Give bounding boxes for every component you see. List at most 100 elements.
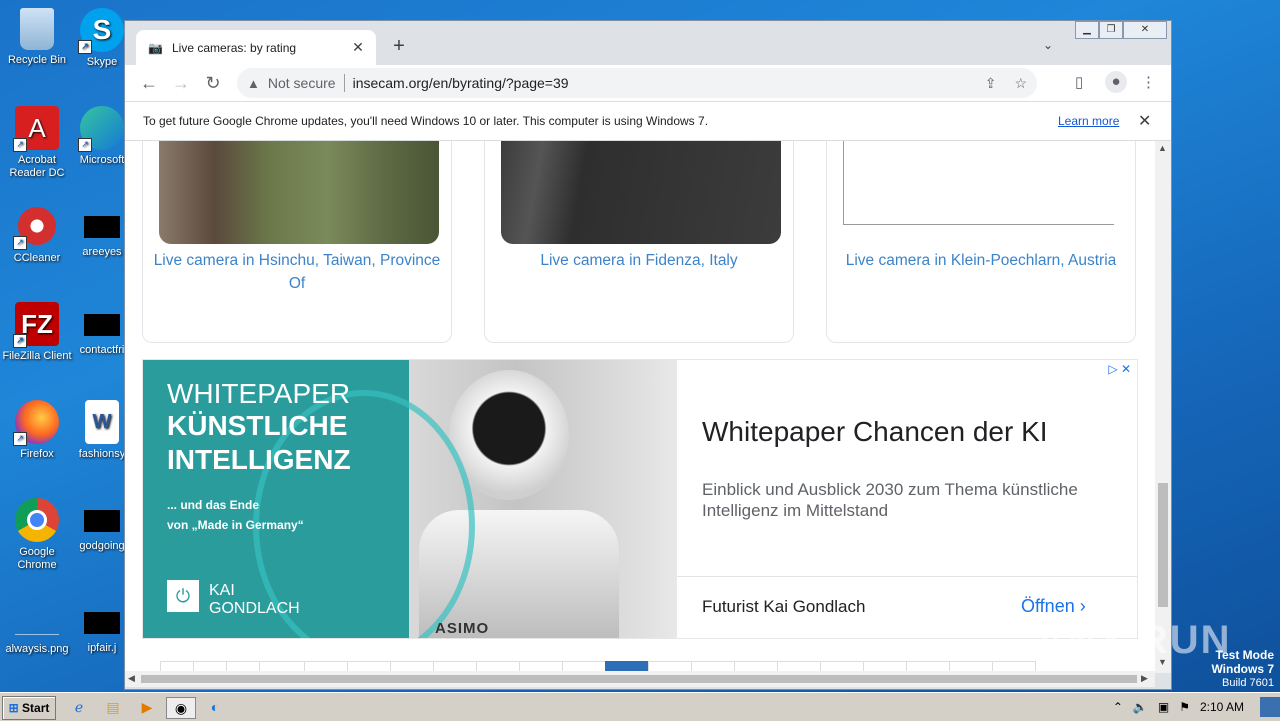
page-link[interactable] xyxy=(734,661,778,671)
adchoices-icon[interactable]: ▷ ✕ xyxy=(1108,362,1131,376)
page-link[interactable] xyxy=(863,661,907,671)
learn-more-link[interactable]: Learn more xyxy=(1058,114,1119,128)
page-link[interactable] xyxy=(519,661,563,671)
scroll-left-arrow-icon[interactable]: ◀ xyxy=(128,673,135,684)
desktop-icon-chrome[interactable]: Google Chrome xyxy=(2,498,72,572)
page-link[interactable] xyxy=(160,661,194,671)
camera-thumbnail[interactable] xyxy=(159,141,439,244)
camera-caption-link[interactable]: Live camera in Fidenza, Italy xyxy=(495,249,783,272)
page-link[interactable] xyxy=(777,661,821,671)
ad-image-title-line2: KÜNSTLICHE xyxy=(167,410,348,441)
volume-icon[interactable]: 🔈 xyxy=(1133,700,1148,714)
desktop-icon-acrobat[interactable]: A ↗ Acrobat Reader DC xyxy=(2,106,72,180)
minimize-button[interactable]: ▁ xyxy=(1075,21,1099,39)
page-link[interactable] xyxy=(906,661,950,671)
page-link[interactable] xyxy=(433,661,477,671)
internet-explorer-icon[interactable]: ℯ xyxy=(68,697,90,717)
menu-kebab-icon[interactable]: ⋮ xyxy=(1141,73,1156,91)
action-center-flag-icon[interactable]: ⚑ xyxy=(1179,700,1190,714)
page-link[interactable] xyxy=(691,661,735,671)
camera-card[interactable]: Live camera in Fidenza, Italy xyxy=(484,141,794,343)
bookmark-star-icon[interactable]: ☆ xyxy=(1014,75,1027,92)
network-icon[interactable]: ▣ xyxy=(1158,700,1169,714)
ad-heading[interactable]: Whitepaper Chancen der KI xyxy=(702,416,1048,448)
restore-button[interactable]: ❐ xyxy=(1099,21,1123,39)
ad-advertiser[interactable]: Futurist Kai Gondlach xyxy=(702,597,865,617)
media-player-icon[interactable]: ▶ xyxy=(136,697,158,717)
image-file-icon xyxy=(15,612,59,635)
camera-favicon-icon: 📷 xyxy=(148,40,163,55)
page-link[interactable] xyxy=(347,661,391,671)
back-arrow-icon[interactable]: ← xyxy=(139,73,159,93)
tab-live-cameras[interactable]: 📷 Live cameras: by rating ✕ xyxy=(136,30,376,65)
camera-card[interactable]: Live camera in Klein-Poechlarn, Austria xyxy=(826,141,1136,343)
camera-caption-link[interactable]: Live camera in Klein-Poechlarn, Austria xyxy=(837,249,1125,272)
infobar-close-icon[interactable]: ✕ xyxy=(1138,111,1151,131)
advertisement[interactable]: WHITEPAPER KÜNSTLICHE INTELLIGENZ ... un… xyxy=(142,359,1138,639)
file-explorer-icon[interactable]: ▤ xyxy=(102,697,124,717)
desktop-icon-filezilla[interactable]: FZ ↗ FileZilla Client xyxy=(2,302,72,363)
tray-expand-icon[interactable]: ⌃ xyxy=(1113,700,1123,714)
scroll-right-arrow-icon[interactable]: ▶ xyxy=(1141,673,1148,684)
toolbar: ← → ↻ ▲ Not secure insecam.org/en/byrati… xyxy=(125,65,1171,101)
page-link[interactable] xyxy=(476,661,520,671)
vertical-scroll-thumb[interactable] xyxy=(1158,483,1168,607)
camera-thumbnail[interactable] xyxy=(843,141,1114,225)
camera-thumbnail[interactable] xyxy=(501,141,781,244)
chrome-taskbar-icon[interactable]: ◉ xyxy=(166,697,196,719)
desktop-icon-firefox[interactable]: ↗ Firefox xyxy=(2,400,72,461)
url-text[interactable]: insecam.org/en/byrating/?page=39 xyxy=(353,75,569,91)
side-panel-icon[interactable]: ▯ xyxy=(1075,73,1083,91)
horizontal-scrollbar[interactable]: ◀ ▶ xyxy=(125,671,1155,687)
vertical-scrollbar[interactable]: ▲ ▼ xyxy=(1155,141,1171,673)
clock[interactable]: 2:10 AM xyxy=(1200,700,1244,714)
ccleaner-icon: ↗ xyxy=(13,204,59,250)
reload-icon[interactable]: ↻ xyxy=(203,73,223,93)
close-window-button[interactable]: ✕ xyxy=(1123,21,1167,39)
ad-image[interactable]: WHITEPAPER KÜNSTLICHE INTELLIGENZ ... un… xyxy=(143,360,677,638)
desktop-icon-godgoing[interactable]: godgoing xyxy=(76,498,128,553)
page-link[interactable] xyxy=(226,661,260,671)
desktop-icon-ipfair[interactable]: ipfair.j xyxy=(76,600,128,655)
desktop-icon-alwaysis[interactable]: alwaysis.png xyxy=(2,600,72,656)
scroll-up-arrow-icon[interactable]: ▲ xyxy=(1158,143,1167,153)
tab-close-icon[interactable]: ✕ xyxy=(348,39,368,56)
chrome-icon xyxy=(15,498,59,542)
ad-description[interactable]: Einblick und Ausblick 2030 zum Thema kün… xyxy=(702,479,1122,521)
file-thumbnail-icon xyxy=(84,510,120,532)
profile-avatar-icon[interactable]: ● xyxy=(1105,71,1127,93)
start-button[interactable]: ⊞ Start xyxy=(2,696,56,720)
page-link[interactable] xyxy=(949,661,993,671)
page-link[interactable] xyxy=(992,661,1036,671)
desktop-icon-recycle-bin[interactable]: Recycle Bin xyxy=(2,8,72,67)
page-content: Live camera in Hsinchu, Taiwan, Province… xyxy=(125,141,1155,671)
warning-triangle-icon[interactable]: ▲ xyxy=(247,76,260,91)
page-link[interactable] xyxy=(193,661,227,671)
page-link[interactable] xyxy=(648,661,692,671)
update-infobar: To get future Google Chrome updates, you… xyxy=(125,101,1171,141)
edge-taskbar-icon[interactable]: ◐ xyxy=(204,697,226,717)
page-link[interactable] xyxy=(562,661,606,671)
page-link[interactable] xyxy=(304,661,348,671)
desktop-icon-skype[interactable]: S ↗ Skype xyxy=(76,8,128,69)
share-icon[interactable]: ⇪ xyxy=(985,75,997,92)
camera-caption-link[interactable]: Live camera in Hsinchu, Taiwan, Province… xyxy=(153,249,441,295)
skype-icon: S ↗ xyxy=(78,8,124,54)
desktop-icon-areeyes[interactable]: areeyes xyxy=(76,204,128,259)
desktop-icon-ccleaner[interactable]: ↗ CCleaner xyxy=(2,204,72,265)
desktop-icon-fashionsy[interactable]: W fashionsy xyxy=(76,400,128,461)
desktop-icon-contactfri[interactable]: contactfri xyxy=(76,302,128,357)
horizontal-scroll-thumb[interactable] xyxy=(141,675,1137,683)
ad-open-button[interactable]: Öffnen › xyxy=(1021,596,1086,617)
new-tab-button[interactable]: + xyxy=(387,35,411,58)
page-link[interactable] xyxy=(259,661,305,671)
tab-search-chevron-icon[interactable]: ⌄ xyxy=(1043,38,1053,52)
address-bar[interactable]: ▲ Not secure insecam.org/en/byrating/?pa… xyxy=(237,68,1037,98)
forward-arrow-icon[interactable]: → xyxy=(171,73,191,93)
page-link[interactable] xyxy=(820,661,864,671)
page-link[interactable] xyxy=(390,661,434,671)
page-link-active[interactable] xyxy=(605,661,649,671)
camera-card[interactable]: Live camera in Hsinchu, Taiwan, Province… xyxy=(142,141,452,343)
show-desktop-button[interactable] xyxy=(1260,697,1280,717)
desktop-icon-edge[interactable]: ↗ Microsoft xyxy=(76,106,128,167)
